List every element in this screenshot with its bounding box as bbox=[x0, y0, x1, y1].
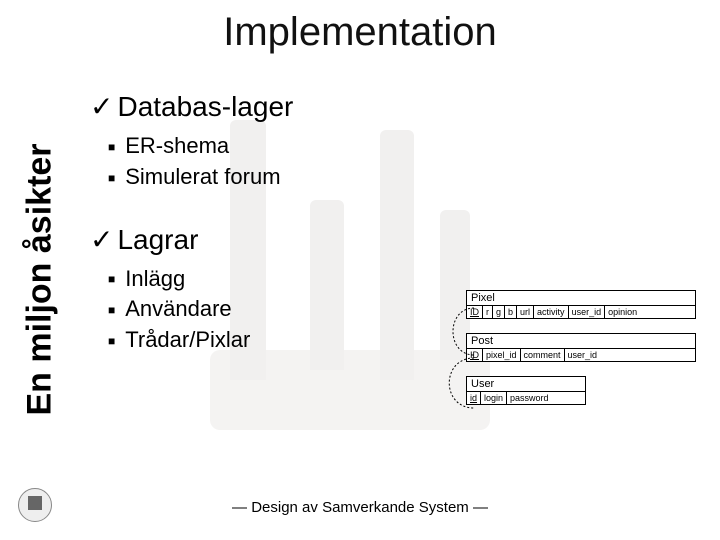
section-heading-databas: ✓Databas-lager bbox=[90, 90, 420, 123]
er-col: login bbox=[481, 392, 507, 404]
list-item: ■ Inlägg bbox=[108, 264, 420, 295]
er-table-columns: ID pixel_id comment user_id bbox=[467, 349, 695, 361]
list-item-label: Inlägg bbox=[125, 266, 185, 291]
er-col: user_id bbox=[565, 349, 601, 361]
list-item-label: Simulerat forum bbox=[125, 164, 280, 189]
square-bullet-icon: ■ bbox=[108, 302, 115, 319]
er-table-title: User bbox=[467, 377, 585, 392]
er-col: g bbox=[493, 306, 505, 318]
bullet-list: ■ Inlägg ■ Användare ■ Trådar/Pixlar bbox=[108, 264, 420, 356]
content-area: ✓Databas-lager ■ER-shema ■Simulerat foru… bbox=[90, 80, 420, 386]
list-item: ■ Trådar/Pixlar bbox=[108, 325, 420, 356]
list-item-label: Användare bbox=[125, 296, 231, 321]
er-table-columns: id login password bbox=[467, 392, 585, 404]
page-title: Implementation bbox=[0, 10, 720, 55]
er-diagram: Pixel ID r g b url activity user_id opin… bbox=[466, 290, 696, 419]
square-bullet-icon: ■ bbox=[108, 139, 115, 156]
heading-text: Lagrar bbox=[117, 224, 198, 255]
er-table-post: Post ID pixel_id comment user_id bbox=[466, 333, 696, 362]
er-col: user_id bbox=[569, 306, 606, 318]
er-col: b bbox=[505, 306, 517, 318]
square-bullet-icon: ■ bbox=[108, 333, 115, 350]
er-col: comment bbox=[521, 349, 565, 361]
list-item: ■ Simulerat forum bbox=[108, 162, 420, 193]
list-item: ■ Användare bbox=[108, 294, 420, 325]
er-col: opinion bbox=[605, 306, 640, 318]
bullet-list: ■ ER-shema ■ Simulerat forum bbox=[108, 131, 420, 193]
list-item: ■ ER-shema bbox=[108, 131, 420, 162]
check-icon: ✓ bbox=[90, 224, 113, 255]
square-bullet-icon: ■ bbox=[108, 170, 115, 187]
er-col: url bbox=[517, 306, 534, 318]
er-table-title: Post bbox=[467, 334, 695, 349]
er-col: activity bbox=[534, 306, 569, 318]
sidebar-title: En miljon åsikter bbox=[21, 90, 60, 470]
er-relationship-lines bbox=[426, 300, 476, 420]
square-bullet-icon: ■ bbox=[108, 271, 115, 288]
er-col: password bbox=[507, 392, 552, 404]
er-table-title: Pixel bbox=[467, 291, 695, 306]
footer-text: — Design av Samverkande System — bbox=[0, 499, 720, 516]
heading-text: Databas-lager bbox=[117, 91, 293, 122]
er-table-columns: ID r g b url activity user_id opinion bbox=[467, 306, 695, 318]
er-table-pixel: Pixel ID r g b url activity user_id opin… bbox=[466, 290, 696, 319]
list-item-label: Trådar/Pixlar bbox=[125, 327, 250, 352]
er-col: r bbox=[483, 306, 493, 318]
check-icon: ✓ bbox=[90, 91, 113, 122]
section-heading-lagrar: ✓Lagrar bbox=[90, 223, 420, 256]
er-table-user: User id login password bbox=[466, 376, 586, 405]
er-col: pixel_id bbox=[483, 349, 521, 361]
list-item-label: ER-shema bbox=[125, 133, 229, 158]
